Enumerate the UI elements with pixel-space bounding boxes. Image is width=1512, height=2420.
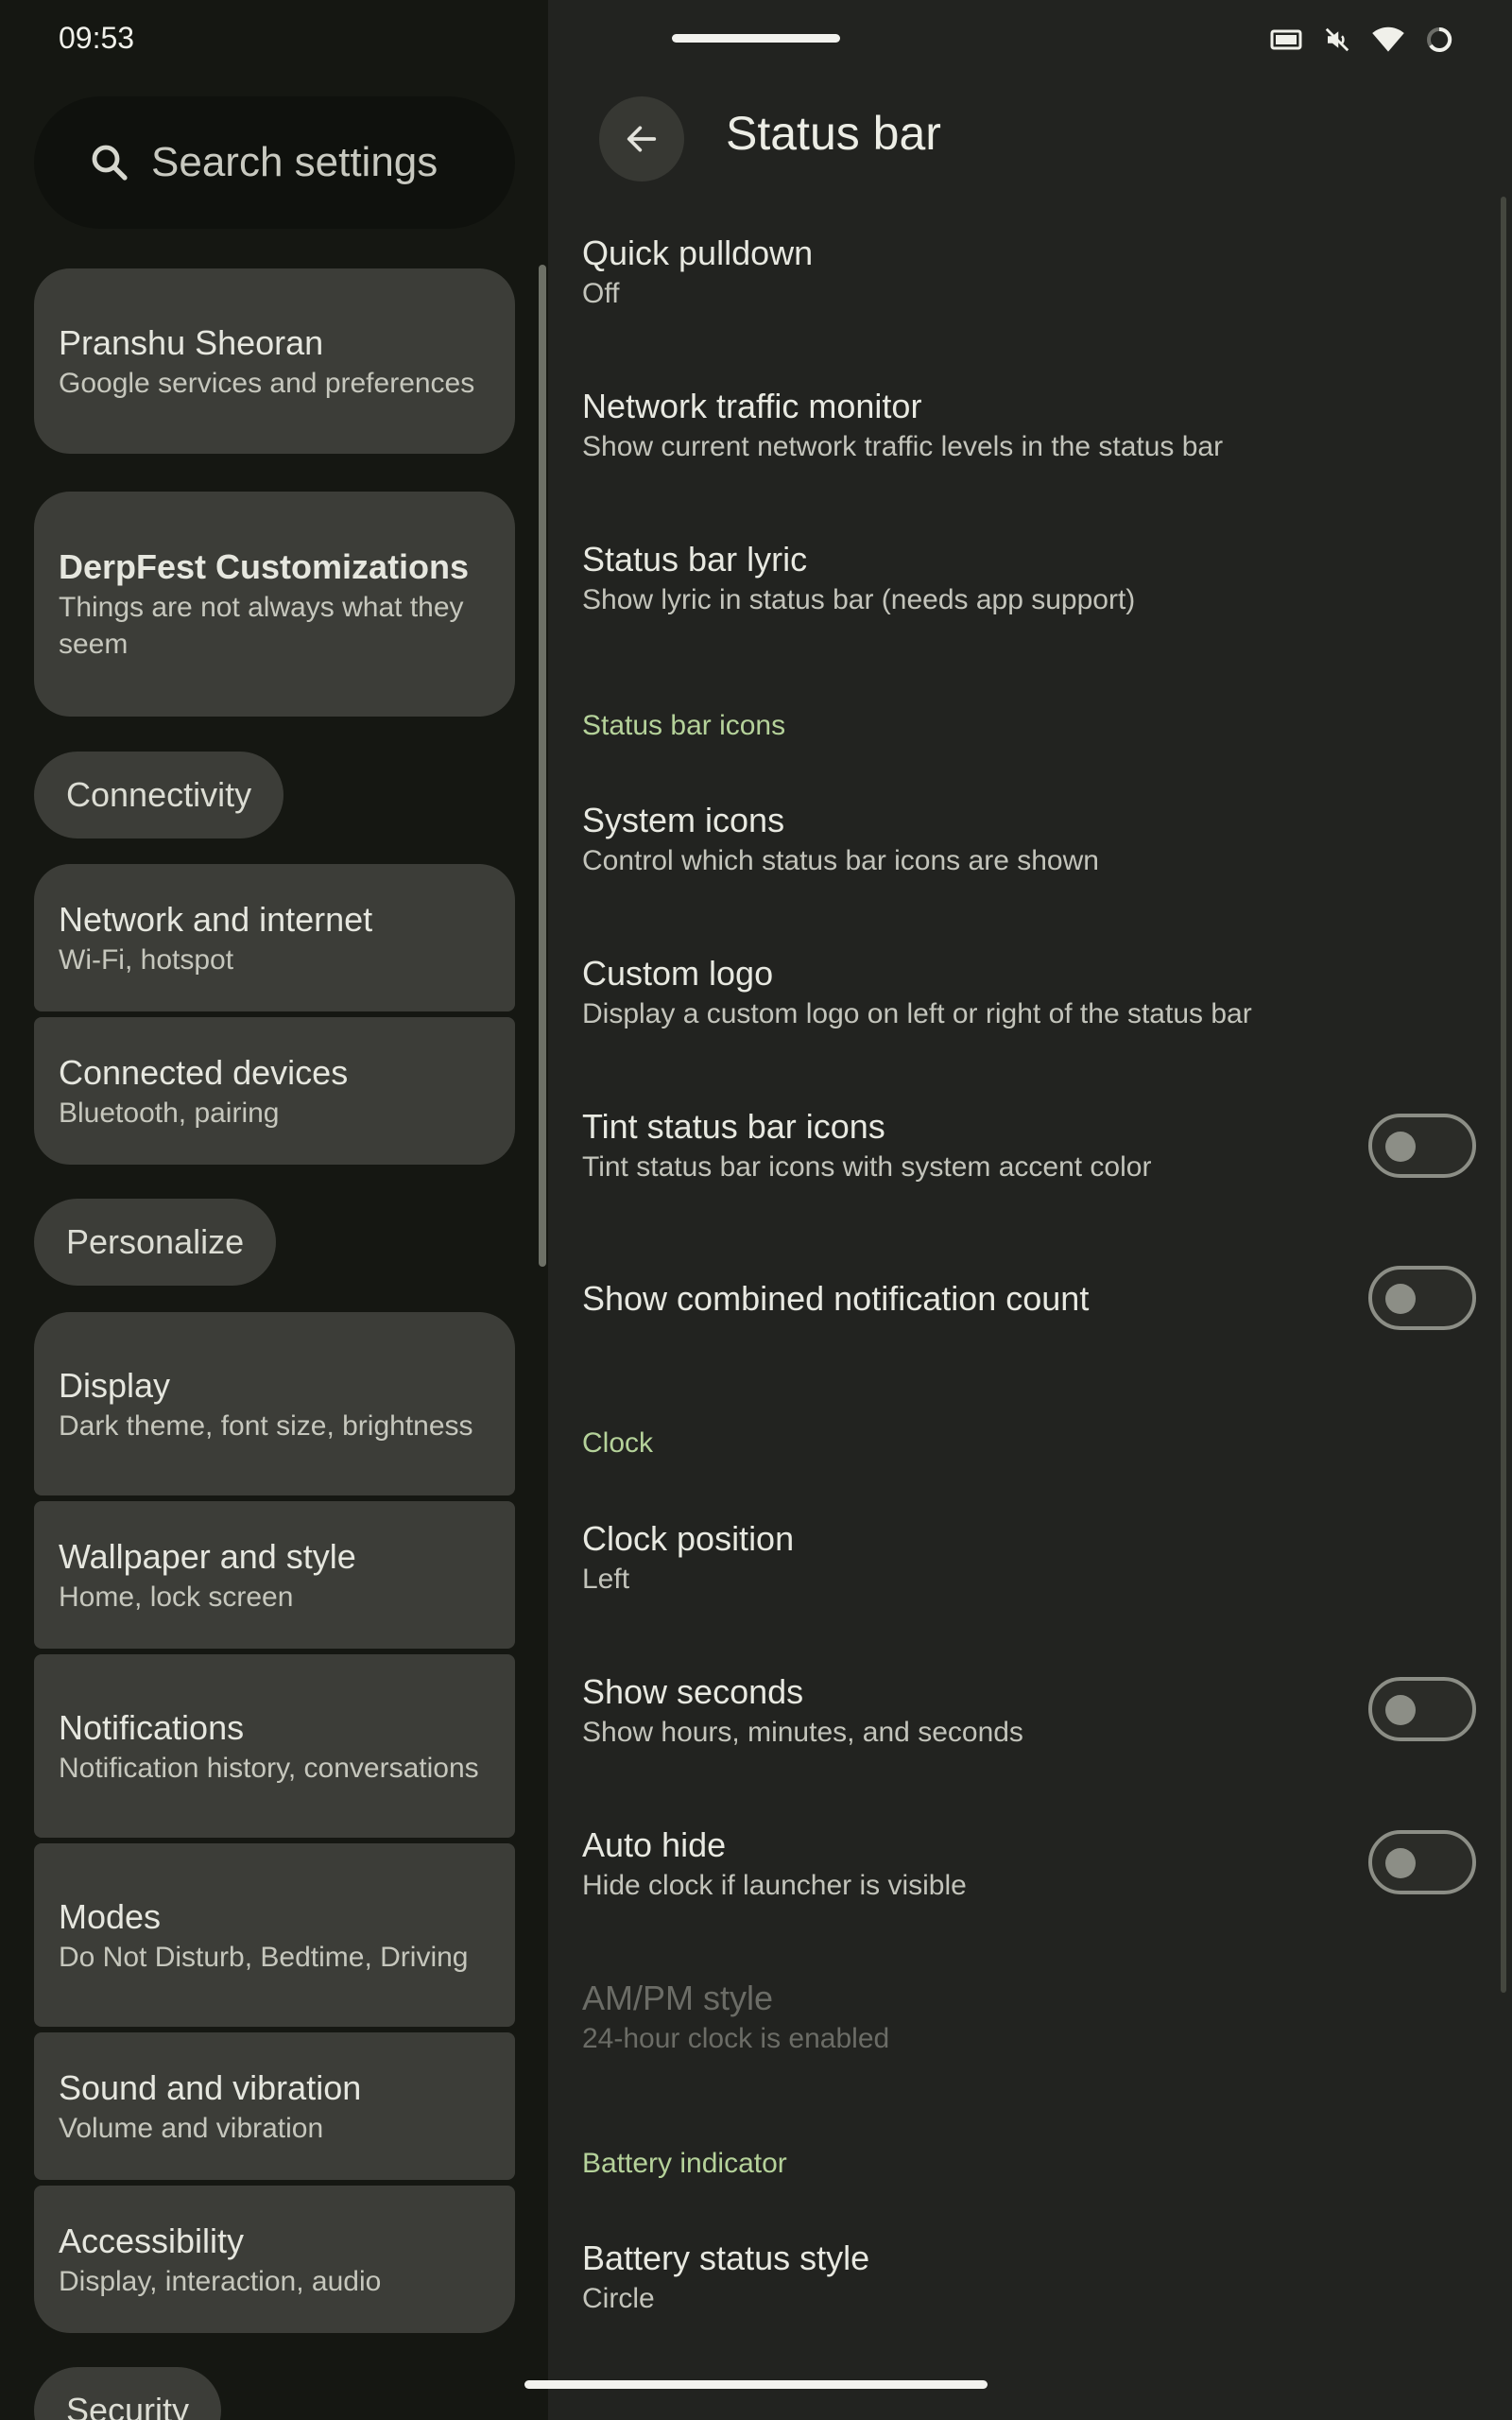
sidebar-item-wallpaper[interactable]: Wallpaper and style Home, lock screen — [34, 1501, 515, 1649]
derpfest-customizations-card[interactable]: DerpFest Customizations Things are not a… — [34, 492, 515, 717]
sidebar-item-subtitle: Display, interaction, audio — [59, 2265, 382, 2297]
toggle-knob — [1385, 1695, 1416, 1725]
notification-handle[interactable] — [672, 34, 840, 43]
setting-subtitle: Show lyric in status bar (needs app supp… — [582, 584, 1136, 615]
setting-auto-hide[interactable]: Auto hide Hide clock if launcher is visi… — [582, 1824, 1366, 1905]
page-title: Status bar — [726, 107, 941, 160]
tint-icons-toggle[interactable] — [1368, 1114, 1476, 1178]
chip-security: Security — [34, 2367, 222, 2420]
setting-title: Show seconds — [582, 1672, 804, 1711]
account-name: Pranshu Sheoran — [59, 322, 324, 362]
search-icon — [92, 145, 128, 181]
setting-subtitle: 24-hour clock is enabled — [582, 2023, 890, 2054]
setting-value: Circle — [582, 2283, 655, 2314]
clock-time: 09:53 — [59, 21, 135, 55]
sidebar-item-title: Display — [59, 1365, 171, 1405]
toggle-knob — [1385, 1284, 1416, 1314]
setting-ampm-style: AM/PM style 24-hour clock is enabled — [582, 1977, 1366, 2058]
sidebar-item-sound[interactable]: Sound and vibration Volume and vibration — [34, 2032, 515, 2180]
setting-tint-status-bar-icons[interactable]: Tint status bar icons Tint status bar ic… — [582, 1105, 1366, 1186]
chip-personalize: Personalize — [34, 1199, 277, 1286]
search-placeholder: Search settings — [151, 139, 438, 185]
sidebar-item-subtitle: Home, lock screen — [59, 1581, 294, 1613]
setting-subtitle: Tint status bar icons with system accent… — [582, 1151, 1152, 1183]
section-header-clock: Clock — [582, 1427, 654, 1459]
setting-quick-pulldown[interactable]: Quick pulldown Off — [582, 232, 1366, 313]
setting-title: Status bar lyric — [582, 540, 808, 579]
sidebar-item-notifications[interactable]: Notifications Notification history, conv… — [34, 1654, 515, 1838]
combined-count-toggle[interactable] — [1368, 1266, 1476, 1330]
setting-value: Left — [582, 1564, 630, 1595]
muted-icon — [1325, 27, 1349, 52]
setting-subtitle: Hide clock if launcher is visible — [582, 1870, 967, 1901]
sidebar-item-title: Wallpaper and style — [59, 1536, 356, 1576]
setting-title: Network traffic monitor — [582, 387, 922, 425]
sidebar-item-title: Sound and vibration — [59, 2067, 362, 2107]
setting-show-seconds[interactable]: Show seconds Show hours, minutes, and se… — [582, 1670, 1366, 1752]
sidebar-item-network[interactable]: Network and internet Wi-Fi, hotspot — [34, 864, 515, 1011]
setting-value: Off — [582, 278, 620, 309]
setting-clock-position[interactable]: Clock position Left — [582, 1517, 1366, 1599]
section-header-status-bar-icons: Status bar icons — [582, 710, 786, 741]
content-scrollbar[interactable] — [1501, 197, 1506, 1993]
chip-connectivity: Connectivity — [34, 752, 284, 838]
sidebar-item-subtitle: Dark theme, font size, brightness — [59, 1409, 473, 1442]
sidebar-item-title: Connected devices — [59, 1052, 349, 1092]
setting-battery-status-style[interactable]: Battery status style Circle — [582, 2237, 1366, 2318]
setting-status-bar-lyric[interactable]: Status bar lyric Show lyric in status ba… — [582, 538, 1366, 619]
auto-hide-toggle[interactable] — [1368, 1830, 1476, 1894]
derpfest-subtitle: Things are not always what they seem — [59, 592, 464, 660]
sidebar-item-accessibility[interactable]: Accessibility Display, interaction, audi… — [34, 2186, 515, 2333]
sidebar-item-display[interactable]: Display Dark theme, font size, brightnes… — [34, 1312, 515, 1495]
setting-system-icons[interactable]: System icons Control which status bar ic… — [582, 799, 1366, 880]
setting-title: Custom logo — [582, 954, 774, 993]
sidebar-item-connected-devices[interactable]: Connected devices Bluetooth, pairing — [34, 1017, 515, 1165]
setting-title: System icons — [582, 801, 785, 839]
arrow-back-icon — [627, 126, 657, 152]
system-status-bar: 09:53 — [0, 0, 1512, 79]
setting-title: Show combined notification count — [582, 1279, 1090, 1318]
setting-subtitle: Display a custom logo on left or right o… — [582, 998, 1252, 1029]
gesture-navigation-bar[interactable] — [524, 2380, 988, 2389]
sidebar-item-title: Network and internet — [59, 899, 373, 939]
account-subtitle: Google services and preferences — [59, 367, 475, 399]
section-header-battery-indicator: Battery indicator — [582, 2148, 787, 2179]
sidebar-item-subtitle: Volume and vibration — [59, 2112, 324, 2144]
sidebar-item-subtitle: Notification history, conversations — [59, 1752, 479, 1784]
sidebar-item-title: Notifications — [59, 1707, 245, 1747]
show-seconds-toggle[interactable] — [1368, 1677, 1476, 1741]
setting-network-traffic-monitor[interactable]: Network traffic monitor Show current net… — [582, 385, 1366, 466]
setting-subtitle: Show current network traffic levels in t… — [582, 431, 1224, 462]
toggle-knob — [1385, 1848, 1416, 1878]
back-button[interactable] — [599, 96, 684, 182]
screen-cast-icon — [1270, 29, 1302, 50]
setting-title: Quick pulldown — [582, 233, 814, 272]
setting-title: Battery status style — [582, 2238, 870, 2277]
setting-subtitle: Show hours, minutes, and seconds — [582, 1717, 1023, 1748]
sidebar-scrollbar[interactable] — [539, 265, 546, 1267]
sidebar-item-subtitle: Bluetooth, pairing — [59, 1097, 280, 1129]
sidebar-item-modes[interactable]: Modes Do Not Disturb, Bedtime, Driving — [34, 1843, 515, 2027]
setting-combined-notification-count[interactable]: Show combined notification count — [582, 1277, 1366, 1321]
sidebar-item-title: Accessibility — [59, 2221, 245, 2260]
sidebar-item-title: Modes — [59, 1896, 162, 1936]
setting-title: Clock position — [582, 1519, 795, 1558]
setting-title: Tint status bar icons — [582, 1107, 885, 1146]
wifi-icon — [1372, 26, 1404, 52]
settings-sidebar: Search settings Pranshu Sheoran Google s… — [0, 0, 548, 2420]
derpfest-title: DerpFest Customizations — [59, 547, 470, 586]
toggle-knob — [1385, 1132, 1416, 1162]
sidebar-item-subtitle: Wi-Fi, hotspot — [59, 943, 234, 976]
setting-title: Auto hide — [582, 1825, 727, 1864]
status-icons — [1270, 23, 1453, 57]
account-card[interactable]: Pranshu Sheoran Google services and pref… — [34, 268, 515, 454]
sidebar-item-subtitle: Do Not Disturb, Bedtime, Driving — [59, 1941, 469, 1973]
search-settings-bar[interactable]: Search settings — [34, 96, 515, 229]
battery-circle-icon — [1427, 26, 1452, 52]
setting-custom-logo[interactable]: Custom logo Display a custom logo on lef… — [582, 952, 1366, 1033]
setting-subtitle: Control which status bar icons are shown — [582, 845, 1099, 876]
setting-title: AM/PM style — [582, 1979, 774, 2017]
